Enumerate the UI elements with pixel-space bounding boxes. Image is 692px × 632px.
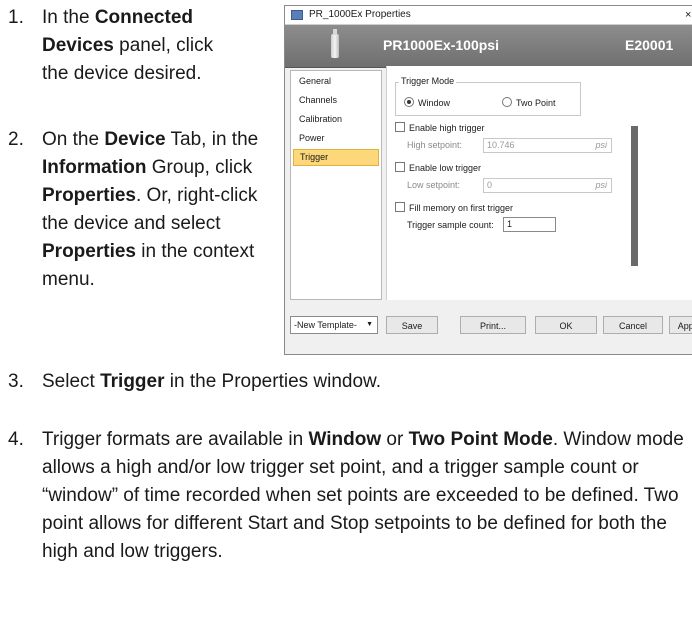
trigger-mode-label: Trigger Mode bbox=[399, 76, 457, 86]
low-setpoint-unit: psi bbox=[595, 180, 607, 190]
step-4-bold: Two Point Mode bbox=[408, 429, 553, 450]
step-2-bold: Properties bbox=[42, 241, 136, 262]
panel-scrollbar[interactable] bbox=[631, 126, 638, 266]
device-name: PR1000Ex-100psi bbox=[383, 37, 499, 53]
step-2-bold: Information bbox=[42, 157, 147, 178]
step-2-number: 2. bbox=[8, 129, 24, 150]
device-serial: E20001 bbox=[625, 37, 674, 53]
sample-count-value: 1 bbox=[507, 219, 513, 229]
window-radio[interactable]: Window bbox=[404, 97, 450, 109]
nav-item-general[interactable]: General bbox=[293, 73, 379, 90]
enable-high-trigger-checkbox[interactable]: Enable high trigger bbox=[395, 122, 485, 134]
step-4-text: Trigger formats are available in Window … bbox=[42, 426, 690, 566]
step-1-text: In the Connected Devices panel, click th… bbox=[42, 4, 242, 88]
step-4-bold: Window bbox=[308, 429, 382, 450]
save-button[interactable]: Save bbox=[386, 316, 438, 334]
step-3-number: 3. bbox=[8, 371, 24, 392]
dialog-title: PR_1000Ex Properties bbox=[309, 9, 411, 20]
two-point-radio[interactable]: Two Point bbox=[502, 97, 556, 109]
step-2-bold: Device bbox=[104, 129, 166, 150]
radio-unselected-icon bbox=[502, 97, 512, 107]
window-radio-label: Window bbox=[418, 98, 451, 108]
step-2-part: Tab, in the bbox=[165, 129, 259, 150]
low-setpoint-field[interactable]: 0 psi bbox=[483, 178, 612, 193]
ok-button[interactable]: OK bbox=[535, 316, 597, 334]
step-2-part: On the bbox=[42, 129, 105, 150]
properties-dialog: PR_1000Ex Properties × PR1000Ex-100psi E… bbox=[284, 5, 692, 355]
high-setpoint-unit: psi bbox=[595, 140, 607, 150]
app-icon bbox=[291, 10, 303, 20]
sample-count-label: Trigger sample count: bbox=[407, 220, 494, 230]
two-point-radio-label: Two Point bbox=[516, 98, 556, 108]
fill-memory-label: Fill memory on first trigger bbox=[409, 203, 514, 213]
sample-count-field[interactable]: 1 bbox=[503, 217, 556, 232]
template-select[interactable]: -New Template- ▼ bbox=[290, 316, 378, 334]
apply-button[interactable]: Apply bbox=[669, 316, 692, 334]
step-3-bold: Trigger bbox=[100, 371, 165, 392]
checkbox-icon bbox=[395, 202, 405, 212]
step-3-text: Select Trigger in the Properties window. bbox=[42, 368, 682, 396]
cancel-button[interactable]: Cancel bbox=[603, 316, 663, 334]
template-select-value: -New Template- bbox=[294, 320, 357, 330]
step-4-number: 4. bbox=[8, 429, 24, 450]
device-icon bbox=[331, 29, 339, 58]
enable-low-trigger-checkbox[interactable]: Enable low trigger bbox=[395, 162, 481, 174]
dialog-footer: -New Template- ▼ Save Print... OK Cancel… bbox=[285, 308, 692, 354]
step-3-part: Select bbox=[42, 371, 101, 392]
trigger-mode-group: Window Two Point bbox=[395, 82, 581, 116]
low-setpoint-label: Low setpoint: bbox=[407, 180, 461, 190]
radio-selected-icon bbox=[404, 97, 414, 107]
nav-item-calibration[interactable]: Calibration bbox=[293, 111, 379, 128]
step-2-part: Group, click bbox=[146, 157, 253, 178]
enable-low-trigger-label: Enable low trigger bbox=[409, 163, 482, 173]
fill-memory-checkbox[interactable]: Fill memory on first trigger bbox=[395, 202, 513, 214]
device-banner: PR1000Ex-100psi E20001 bbox=[285, 25, 692, 68]
checkbox-icon bbox=[395, 162, 405, 172]
low-setpoint-value: 0 bbox=[487, 180, 493, 190]
high-setpoint-label: High setpoint: bbox=[407, 140, 463, 150]
chevron-down-icon: ▼ bbox=[366, 321, 373, 328]
step-1-number: 1. bbox=[8, 7, 24, 28]
properties-nav: General Channels Calibration Power Trigg… bbox=[290, 70, 382, 300]
step-2-text: On the Device Tab, in the Information Gr… bbox=[42, 126, 272, 294]
high-setpoint-value: 10.746 bbox=[487, 140, 515, 150]
nav-item-channels[interactable]: Channels bbox=[293, 92, 379, 109]
checkbox-icon bbox=[395, 122, 405, 132]
print-button[interactable]: Print... bbox=[460, 316, 526, 334]
enable-high-trigger-label: Enable high trigger bbox=[409, 123, 485, 133]
nav-item-trigger[interactable]: Trigger bbox=[293, 149, 379, 166]
step-1-part: In the bbox=[42, 7, 95, 28]
step-4-part: Trigger formats are available in bbox=[42, 429, 309, 450]
step-2-bold: Properties bbox=[42, 185, 136, 206]
dialog-titlebar: PR_1000Ex Properties × bbox=[285, 6, 692, 25]
nav-item-power[interactable]: Power bbox=[293, 130, 379, 147]
trigger-panel: Window Two Point Trigger Mode Enable hig… bbox=[386, 66, 692, 300]
high-setpoint-field[interactable]: 10.746 psi bbox=[483, 138, 612, 153]
step-3-part: in the Properties window. bbox=[164, 371, 382, 392]
close-icon[interactable]: × bbox=[685, 6, 691, 24]
step-4-part: or bbox=[381, 429, 409, 450]
